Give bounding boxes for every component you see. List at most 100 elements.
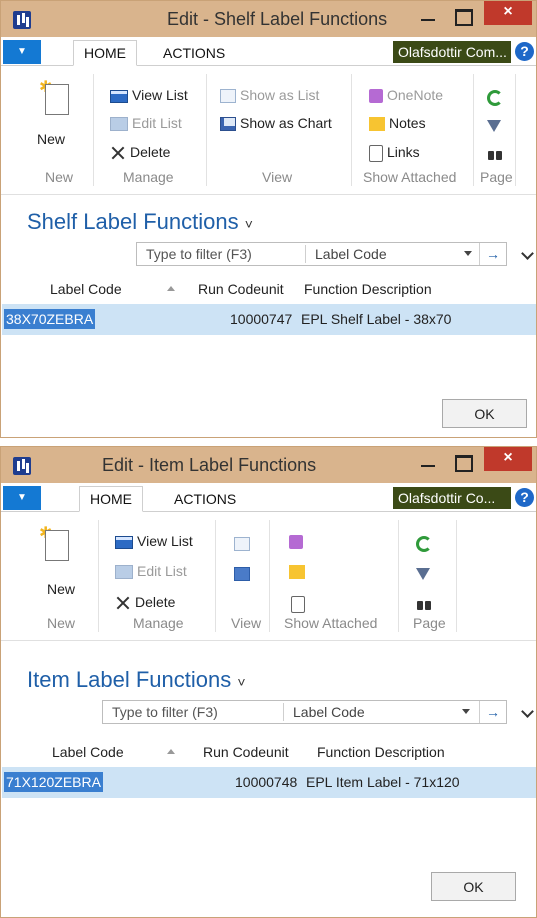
page-title[interactable]: Shelf Label Functions ˅ — [27, 209, 253, 235]
group-separator — [215, 520, 216, 632]
sort-ascending-icon — [167, 749, 175, 754]
application-menu-button[interactable]: ▼ — [3, 486, 41, 510]
clear-filter-button[interactable] — [487, 114, 505, 136]
title-menu-caret[interactable]: ˅ — [237, 674, 245, 690]
delete-icon — [115, 595, 131, 611]
maximize-button[interactable] — [455, 9, 473, 26]
column-header-label-code[interactable]: Label Code — [52, 744, 124, 760]
new-icon[interactable]: ✱ — [39, 80, 69, 115]
collapse-chevron-icon[interactable] — [522, 249, 534, 261]
filter-bar: Type to filter (F3) Label Code → — [102, 700, 507, 724]
notes-button[interactable]: Notes — [369, 112, 426, 134]
tab-home[interactable]: HOME — [73, 40, 137, 66]
group-label-show-attached: Show Attached — [284, 615, 378, 631]
ok-button[interactable]: OK — [431, 872, 516, 901]
new-button[interactable]: New — [37, 128, 65, 150]
table-row[interactable]: 38X70ZEBRA 10000747 EPL Shelf Label - 38… — [2, 304, 536, 335]
edit-list-icon — [110, 117, 128, 132]
edit-list-label: Edit List — [137, 563, 187, 579]
minimize-button[interactable] — [418, 9, 438, 29]
show-as-chart-label: Show as Chart — [240, 115, 332, 131]
page-title[interactable]: Item Label Functions ˅ — [27, 667, 246, 693]
onenote-button[interactable]: OneNote — [369, 84, 443, 106]
show-as-chart-button[interactable] — [234, 562, 254, 584]
filter-field-select[interactable]: Label Code — [293, 701, 365, 723]
edit-list-button[interactable]: Edit List — [115, 560, 187, 582]
column-header-label-code[interactable]: Label Code — [50, 281, 122, 297]
maximize-button[interactable] — [455, 455, 473, 472]
links-button[interactable] — [291, 592, 309, 614]
filter-divider — [283, 703, 284, 721]
chevron-down-icon[interactable] — [464, 251, 472, 256]
clear-filter-button[interactable] — [416, 562, 434, 584]
apply-filter-arrow-icon[interactable]: → — [479, 701, 506, 723]
edit-list-button[interactable]: Edit List — [110, 112, 182, 134]
links-label: Links — [387, 144, 420, 160]
delete-label: Delete — [130, 144, 171, 160]
apply-filter-arrow-icon[interactable]: → — [479, 243, 506, 265]
column-header-function-description[interactable]: Function Description — [304, 281, 432, 297]
close-button[interactable]: × — [484, 1, 532, 25]
group-separator — [351, 74, 352, 186]
group-label-page: Page — [413, 615, 446, 631]
view-list-button[interactable]: View List — [115, 530, 193, 552]
column-header-run-codeunit[interactable]: Run Codeunit — [203, 744, 289, 760]
table-row[interactable]: 71X120ZEBRA 10000748 EPL Item Label - 71… — [2, 767, 536, 798]
function-description-cell: EPL Shelf Label - 38x70 — [301, 311, 452, 327]
tab-actions[interactable]: ACTIONS — [174, 487, 236, 511]
notes-icon — [369, 117, 385, 132]
company-badge[interactable]: Olafsdottir Com... — [393, 41, 511, 63]
title-bar[interactable]: Edit - Item Label Functions × — [1, 447, 536, 483]
new-icon[interactable]: ✱ — [39, 526, 69, 561]
new-button[interactable]: New — [47, 578, 75, 600]
app-logo-icon — [13, 11, 31, 29]
application-menu-button[interactable]: ▼ — [3, 40, 41, 64]
group-separator — [456, 520, 457, 632]
notes-button[interactable] — [289, 560, 309, 582]
title-bar[interactable]: Edit - Shelf Label Functions × — [1, 1, 536, 37]
show-as-chart-button[interactable]: Show as Chart — [220, 112, 332, 134]
tab-home[interactable]: HOME — [79, 486, 143, 512]
show-as-chart-icon — [220, 117, 236, 132]
group-label-new: New — [45, 169, 74, 185]
label-code-cell[interactable]: 71X120ZEBRA — [4, 772, 103, 792]
group-label-show-attached: Show Attached — [363, 169, 457, 185]
show-as-list-button[interactable] — [234, 532, 254, 554]
column-header-function-description[interactable]: Function Description — [317, 744, 445, 760]
links-button[interactable]: Links — [369, 141, 420, 163]
item-label-window: Edit - Item Label Functions × ▼ HOME ACT… — [0, 446, 537, 918]
view-list-button[interactable]: View List — [110, 84, 188, 106]
find-button[interactable] — [487, 142, 507, 164]
minimize-button[interactable] — [418, 455, 438, 475]
notes-icon — [289, 565, 305, 580]
page-title-text: Shelf Label Functions — [27, 209, 239, 234]
find-button[interactable] — [416, 592, 436, 614]
app-logo-icon — [13, 457, 31, 475]
refresh-icon — [416, 536, 432, 553]
refresh-button[interactable] — [487, 86, 507, 108]
edit-list-label: Edit List — [132, 115, 182, 131]
group-label-view: View — [231, 615, 262, 631]
filter-field-select[interactable]: Label Code — [315, 243, 387, 265]
onenote-button[interactable] — [289, 530, 307, 552]
search-input[interactable]: Type to filter (F3) — [112, 701, 218, 723]
delete-button[interactable]: Delete — [110, 141, 170, 163]
view-list-icon — [115, 535, 133, 549]
ok-button[interactable]: OK — [442, 399, 527, 428]
group-label-manage: Manage — [123, 169, 174, 185]
show-as-list-button[interactable]: Show as List — [220, 84, 319, 106]
delete-button[interactable]: Delete — [115, 591, 175, 613]
refresh-button[interactable] — [416, 532, 436, 554]
chevron-down-icon[interactable] — [462, 709, 470, 714]
help-icon[interactable]: ? — [515, 488, 534, 507]
collapse-chevron-icon[interactable] — [522, 707, 534, 719]
company-badge[interactable]: Olafsdottir Co... — [393, 487, 511, 509]
search-input[interactable]: Type to filter (F3) — [146, 243, 252, 265]
group-separator — [98, 520, 99, 632]
column-header-run-codeunit[interactable]: Run Codeunit — [198, 281, 284, 297]
title-menu-caret[interactable]: ˅ — [245, 216, 253, 232]
tab-actions[interactable]: ACTIONS — [163, 41, 225, 65]
label-code-cell[interactable]: 38X70ZEBRA — [4, 309, 96, 329]
help-icon[interactable]: ? — [515, 42, 534, 61]
close-button[interactable]: × — [484, 447, 532, 471]
